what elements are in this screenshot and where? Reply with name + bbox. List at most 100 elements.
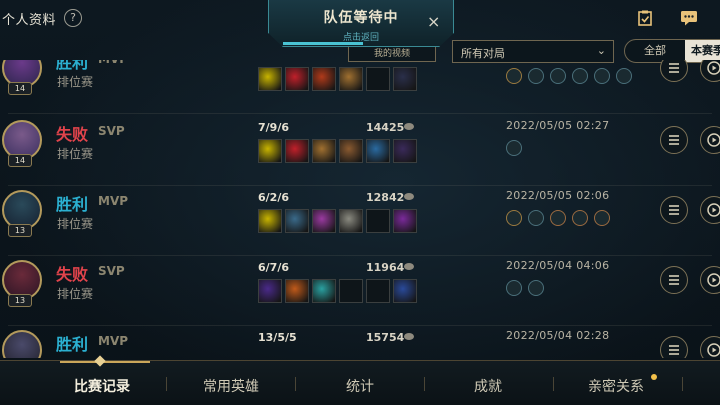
performance-badge: MVP	[98, 60, 128, 66]
chat-icon[interactable]	[680, 10, 698, 26]
match-row[interactable]: 胜利 MVP 13/5/5 15754 2022/05/04 02:28	[0, 326, 720, 358]
item-slot[interactable]	[285, 209, 309, 233]
row-divider	[8, 113, 712, 114]
item-slot[interactable]	[339, 279, 363, 303]
replay-button[interactable]	[700, 126, 720, 154]
tab-achievements[interactable]: 成就	[433, 376, 543, 396]
kda: 13/5/5	[258, 331, 297, 344]
rune-icon	[506, 68, 522, 84]
game-mode: 排位赛	[57, 147, 94, 161]
level-badge: 13	[8, 224, 32, 237]
replay-icon	[707, 133, 720, 147]
list-icon	[669, 205, 679, 215]
item-slot[interactable]	[393, 67, 417, 91]
performance-badge: SVP	[98, 264, 125, 278]
item-slot[interactable]	[339, 139, 363, 163]
rune-icon	[616, 68, 632, 84]
list-details-button[interactable]	[660, 196, 688, 224]
match-row[interactable]: 14 胜利 MVP 排位赛	[0, 60, 720, 114]
gold-icon	[404, 263, 414, 270]
list-details-button[interactable]	[660, 60, 688, 82]
match-result: 胜利	[56, 335, 89, 354]
rune-icon	[506, 140, 522, 156]
level-badge: 13	[8, 294, 32, 307]
kda: 7/9/6	[258, 121, 289, 134]
queue-banner[interactable]: 队伍等待中 点击返回 ×	[268, 0, 454, 47]
toggle-all[interactable]: 全部	[625, 40, 685, 62]
match-date: 2022/05/04 04:06	[506, 259, 610, 272]
chevron-down-icon: ⌄	[596, 44, 606, 57]
item-slot[interactable]	[312, 279, 336, 303]
match-date: 2022/05/05 02:27	[506, 119, 610, 132]
rune-icon	[550, 68, 566, 84]
gold-amount: 15754	[366, 331, 405, 344]
tab-statistics[interactable]: 统计	[305, 376, 415, 396]
nav-divider	[682, 377, 683, 391]
item-slot[interactable]	[258, 209, 282, 233]
performance-badge: SVP	[98, 124, 125, 138]
gold-amount: 12842	[366, 191, 405, 204]
match-row[interactable]: 13 胜利 MVP 排位赛 6/2/6 12842 2022/05/05 02:06	[0, 186, 720, 256]
gold-icon	[404, 333, 414, 340]
page-title: 个人资料	[2, 13, 57, 28]
queue-progress	[283, 42, 363, 45]
match-date: 2022/05/04 02:28	[506, 329, 610, 342]
tab-common-heroes[interactable]: 常用英雄	[176, 376, 286, 396]
help-icon[interactable]: ?	[64, 9, 82, 27]
item-slot[interactable]	[312, 67, 336, 91]
queue-title: 队伍等待中	[323, 10, 399, 26]
item-slot[interactable]	[285, 139, 309, 163]
rune-icon	[506, 210, 522, 226]
close-icon[interactable]: ×	[427, 12, 440, 31]
item-slot[interactable]	[339, 67, 363, 91]
replay-button[interactable]	[700, 336, 720, 358]
gold-amount: 14425	[366, 121, 405, 134]
match-result: 胜利	[56, 60, 89, 72]
toggle-this-season[interactable]: 本赛季	[685, 40, 720, 62]
item-slot[interactable]	[393, 209, 417, 233]
clipboard-icon[interactable]	[636, 10, 654, 26]
game-mode: 排位赛	[57, 217, 94, 231]
item-slot[interactable]	[258, 139, 282, 163]
nav-divider	[553, 377, 554, 391]
performance-badge: MVP	[98, 334, 129, 348]
gold-icon	[404, 123, 414, 130]
list-icon	[669, 345, 679, 355]
rune-icon	[506, 280, 522, 296]
item-slot[interactable]	[312, 209, 336, 233]
nav-divider	[166, 377, 167, 391]
item-slot[interactable]	[258, 67, 282, 91]
item-slot[interactable]	[393, 279, 417, 303]
match-row[interactable]: 13 失败 SVP 排位赛 6/7/6 11964 2022/05/04 04:06	[0, 256, 720, 326]
list-details-button[interactable]	[660, 336, 688, 358]
kda: 6/2/6	[258, 191, 289, 204]
item-slot[interactable]	[285, 279, 309, 303]
item-slot[interactable]	[366, 139, 390, 163]
item-slot[interactable]	[312, 139, 336, 163]
tab-match-history[interactable]: 比赛记录	[47, 376, 157, 396]
replay-button[interactable]	[700, 196, 720, 224]
item-slot[interactable]	[339, 209, 363, 233]
bottom-nav: 比赛记录 常用英雄 统计 成就 亲密关系	[0, 355, 720, 405]
nav-divider	[295, 377, 296, 391]
replay-icon	[707, 343, 720, 357]
nav-divider	[424, 377, 425, 391]
item-slot[interactable]	[366, 67, 390, 91]
item-slot[interactable]	[258, 279, 282, 303]
match-date: 2022/05/05 02:06	[506, 189, 610, 202]
list-details-button[interactable]	[660, 266, 688, 294]
champion-avatar[interactable]	[2, 330, 42, 358]
replay-button[interactable]	[700, 266, 720, 294]
item-slot[interactable]	[366, 279, 390, 303]
list-icon	[669, 275, 679, 285]
level-badge: 14	[8, 154, 32, 167]
item-slot[interactable]	[393, 139, 417, 163]
gold-icon	[404, 193, 414, 200]
rune-icon	[594, 210, 610, 226]
list-details-button[interactable]	[660, 126, 688, 154]
game-mode: 排位赛	[57, 75, 94, 89]
item-slot[interactable]	[285, 67, 309, 91]
item-slot[interactable]	[366, 209, 390, 233]
match-row[interactable]: 14 失败 SVP 排位赛 7/9/6 14425 2022/05/05 02:27	[0, 116, 720, 186]
replay-button[interactable]	[700, 60, 720, 82]
